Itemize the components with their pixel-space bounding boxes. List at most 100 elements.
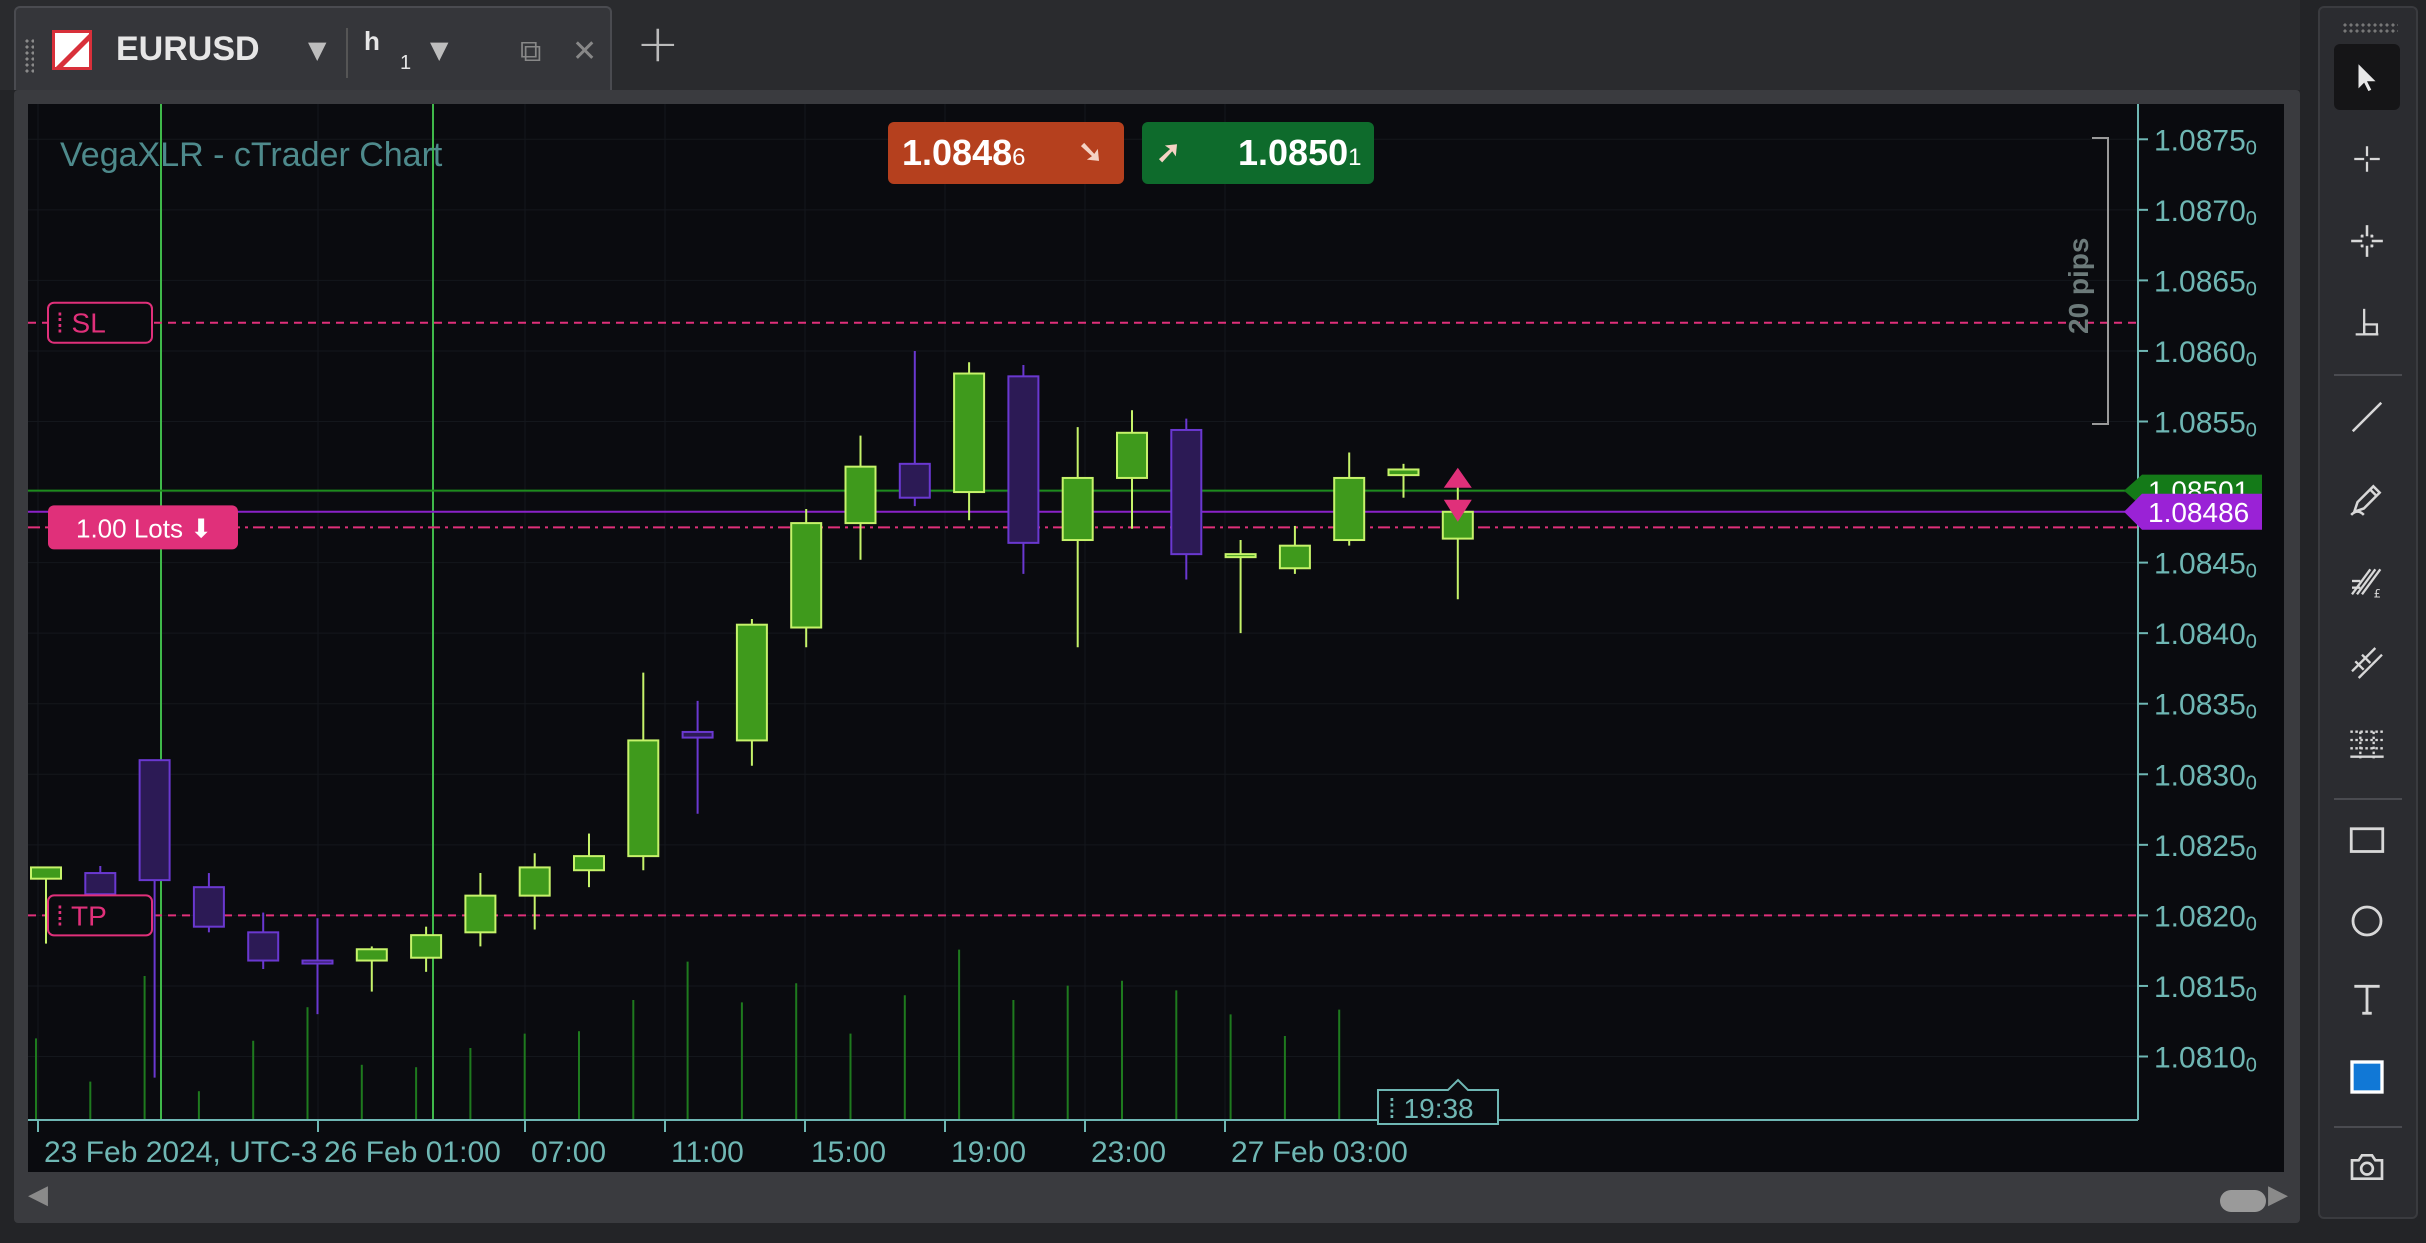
sell-arrow-icon: ➘ [1078,136,1104,169]
y-tick-pipette: 0 [2246,772,2257,794]
toolbar-separator [2334,374,2402,376]
y-tick-pipette: 0 [2246,984,2257,1006]
y-tick-pipette: 0 [2246,913,2257,935]
candle-body [30,866,62,880]
toolbar-separator [2334,798,2402,800]
x-tick-label: 11:00 [671,1136,744,1169]
drawing-toolbar: £ [2318,6,2418,1219]
buy-marker-icon [1443,467,1472,488]
buy-price-pipette: 1 [1348,144,1362,171]
candle-body [301,959,334,965]
candle-body [464,894,497,934]
candlestick-chart[interactable]: 1.08750 1.08700 1.08650 1.08600 1.08550 1.085… [28,104,2284,1172]
candle-body [247,931,280,962]
channel-icon[interactable] [2334,630,2400,696]
tab-bar: EURUSD ▼ h 1 ▼ ⧉ ✕ + [0,0,2300,90]
crosshair-plus-icon[interactable] [2334,208,2400,274]
candle-body [1170,428,1203,556]
pips-bracket [2092,137,2109,425]
lots-tag: 1.00 Lots ⬇ [48,505,238,550]
symbol-icon [52,30,92,70]
y-tick-label: 1.08600 [2154,336,2257,371]
time-cursor-text: ⁞ 19:38 [1388,1093,1474,1124]
y-tick-label: 1.08400 [2154,618,2257,653]
circle-icon[interactable] [2334,888,2400,954]
symbol-dropdown-icon[interactable]: ▼ [308,36,326,64]
y-tick-pipette: 0 [2246,843,2257,865]
grid-icon[interactable] [2334,712,2400,778]
sl-tag-text: ⁞ SL [56,308,106,339]
timeframe-number: 1 [400,52,412,74]
y-tick-label: 1.08200 [2154,900,2257,935]
y-tick-label: 1.08100 [2154,1042,2257,1077]
candle-body [953,372,986,494]
rectangle-icon[interactable] [2334,808,2400,874]
tab-divider [346,28,348,78]
scroll-left-icon[interactable]: ◀ [28,1180,48,1210]
sell-button[interactable]: 1.08486 ➘ [888,122,1124,184]
candle-body [518,866,551,897]
x-tick-label: 27 Feb 03:00 [1231,1136,1408,1169]
fibonacci-icon[interactable]: £ [2334,548,2400,614]
color-icon[interactable] [2334,1044,2400,1110]
candle-body [84,872,117,896]
symbol-name[interactable]: EURUSD [116,30,260,69]
bid-price-tag-text: 1.08486 [2148,497,2249,528]
y-tick-pipette: 0 [2246,278,2257,300]
candle-body [410,934,443,959]
detach-icon[interactable]: ⧉ [520,34,541,69]
pencil-icon[interactable] [2334,466,2400,532]
candle-body [735,623,768,742]
camera-icon[interactable] [2334,1134,2400,1200]
candle-body [898,462,931,499]
y-tick-pipette: 0 [2246,420,2257,442]
y-tick-label: 1.08150 [2154,971,2257,1006]
sell-price-pipette: 6 [1012,144,1026,171]
x-tick-label: 19:00 [951,1136,1026,1169]
x-tick-label: 15:00 [811,1136,886,1169]
scroll-thumb[interactable] [2220,1190,2266,1212]
y-tick-label: 1.08550 [2154,407,2257,442]
time-cursor-tag: ⁞ 19:38 [1377,1078,1499,1125]
add-tab-button[interactable]: + [636,14,680,74]
toolbar-grip-icon[interactable] [2342,22,2398,34]
crosshair-icon[interactable] [2334,126,2400,192]
y-tick-label: 1.08300 [2154,759,2257,794]
x-tick-label: 07:00 [531,1136,606,1169]
timeframe-dropdown-icon[interactable]: ▼ [430,36,448,64]
y-tick-pipette: 0 [2246,631,2257,653]
timeframe-label[interactable]: h [364,26,380,57]
sell-price: 1.0848 [902,132,1013,173]
y-tick-pipette: 0 [2246,702,2257,724]
y-tick-label: 1.08750 [2154,124,2257,159]
tp-tag: ⁞ TP [47,894,153,937]
lots-tag-text: 1.00 Lots ⬇ [76,513,212,543]
tab-grip-icon[interactable] [24,38,34,74]
y-tick-label: 1.08350 [2154,689,2257,724]
x-tick-label: 23:00 [1091,1136,1166,1169]
buy-arrow-icon: ➚ [1156,136,1182,169]
close-icon[interactable]: ✕ [572,34,597,69]
tab-eurusd[interactable]: EURUSD ▼ h 1 ▼ ⧉ ✕ [14,6,612,90]
y-tick-label: 1.08250 [2154,830,2257,865]
candle-body [1061,476,1094,542]
line-icon[interactable] [2334,384,2400,450]
candle-body [138,759,171,882]
cursor-icon[interactable] [2334,44,2400,110]
y-tick-label: 1.08650 [2154,265,2257,300]
horizontal-scrollbar[interactable]: ◀ ▶ [28,1172,2288,1220]
chart-area[interactable]: 1.08750 1.08700 1.08650 1.08600 1.08550 1.085… [28,104,2284,1172]
scroll-right-icon[interactable]: ▶ [2268,1180,2288,1210]
candle-body [1387,468,1420,477]
buy-button[interactable]: ➚ 1.08501 [1142,122,1374,184]
text-icon[interactable] [2334,966,2400,1032]
candle-body [790,522,823,629]
measure-icon[interactable] [2334,290,2400,356]
bid-price-tag: 1.08486 [2124,493,2262,530]
candle-body [1278,544,1311,570]
candle-body [1333,476,1366,542]
y-tick-pipette: 0 [2246,561,2257,583]
candle-body [627,739,660,858]
candle-body [681,730,714,739]
x-tick-label: 23 Feb 2024, UTC-3 [44,1136,317,1169]
